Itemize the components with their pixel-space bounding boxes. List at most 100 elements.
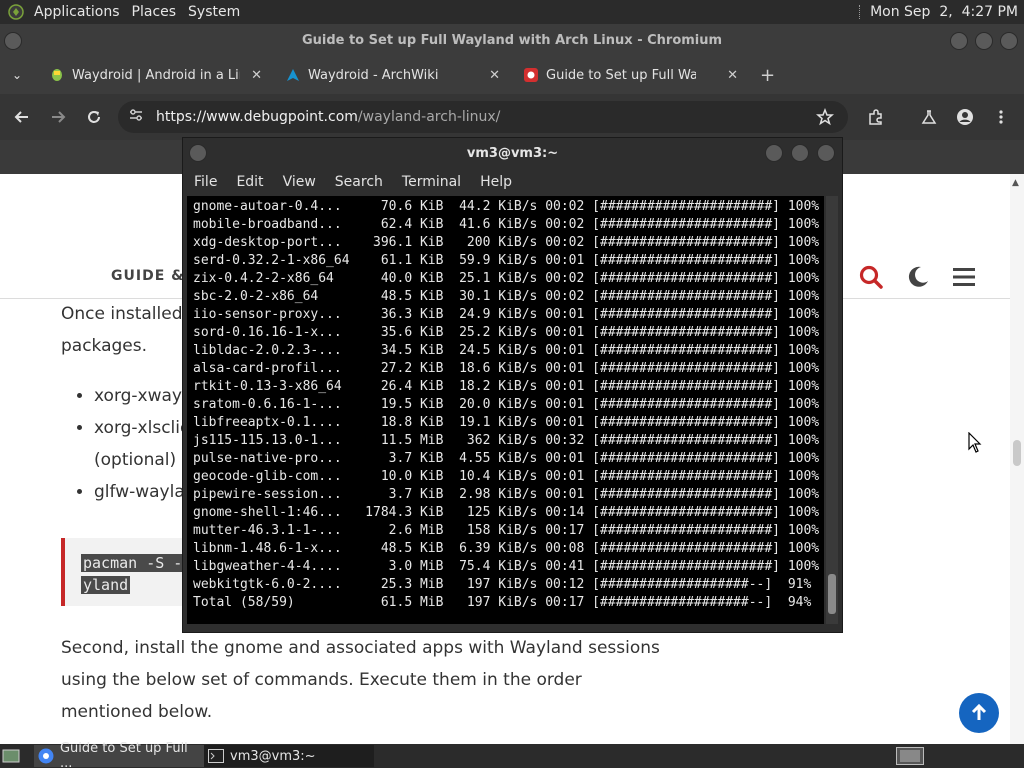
terminal-window[interactable]: vm3@vm3:~ File Edit View Search Terminal… <box>182 137 843 633</box>
terminal-scrollbar[interactable] <box>826 196 838 624</box>
paragraph-line: mentioned below. <box>61 702 213 722</box>
url-host: https://www.debugpoint.com <box>156 109 358 125</box>
workspace-switcher[interactable] <box>896 745 924 767</box>
waydroid-favicon-icon <box>50 68 64 82</box>
terminal-line: iio-sensor-proxy... 36.3 KiB 24.9 KiB/s … <box>193 307 820 322</box>
tab-guide-wayland[interactable]: Guide to Set up Full Wayland with Arch L… <box>524 56 738 94</box>
close-window-icon[interactable] <box>1000 32 1018 50</box>
scroll-thumb[interactable] <box>828 574 836 614</box>
plus-icon: + <box>760 64 776 86</box>
tab-label: Waydroid | Android in a Linux container <box>72 67 240 83</box>
mouse-cursor-icon <box>968 431 982 458</box>
menu-file[interactable]: File <box>194 174 217 190</box>
site-info-icon[interactable] <box>128 107 144 127</box>
minimize-icon[interactable] <box>950 32 968 50</box>
tab-search-button[interactable]: ⌄ <box>12 56 22 94</box>
terminal-line: pulse-native-pro... 3.7 KiB 4.55 KiB/s 0… <box>193 451 820 466</box>
terminal-line: webkitgtk-6.0-2.... 25.3 MiB 197 KiB/s 0… <box>193 577 812 592</box>
terminal-line: gnome-shell-1:46... 1784.3 KiB 125 KiB/s… <box>193 505 820 520</box>
menu-edit[interactable]: Edit <box>236 174 263 190</box>
menu-system[interactable]: System <box>182 4 246 20</box>
chromium-icon <box>38 748 54 764</box>
chevron-down-icon: ⌄ <box>12 68 23 82</box>
clock[interactable]: Mon Sep 2, 4:27 PM <box>870 4 1018 20</box>
taskbar-item-chromium[interactable]: Guide to Set up Full ... <box>34 741 204 771</box>
close-window-icon[interactable] <box>817 144 835 162</box>
article-paragraph-2: Second, install the gnome and associated… <box>61 632 661 728</box>
window-menu-icon[interactable] <box>4 32 22 50</box>
maximize-icon[interactable] <box>791 144 809 162</box>
terminal-line: Total (58/59) 61.5 MiB 197 KiB/s 00:17 [… <box>193 595 812 610</box>
menu-search[interactable]: Search <box>335 174 383 190</box>
top-panel: Applications Places System Mon Sep 2, 4:… <box>0 0 1024 24</box>
menu-applications[interactable]: Applications <box>28 4 126 20</box>
menu-help[interactable]: Help <box>480 174 512 190</box>
terminal-line: pipewire-session... 3.7 KiB 2.98 KiB/s 0… <box>193 487 820 502</box>
terminal-icon <box>208 749 224 763</box>
terminal-line: sbc-2.0-2-x86_64 48.5 KiB 30.1 KiB/s 00:… <box>193 289 820 304</box>
taskbar-label: Guide to Set up Full ... <box>59 741 188 771</box>
terminal-line: alsa-card-profil... 27.2 KiB 18.6 KiB/s … <box>193 361 820 376</box>
terminal-line: libldac-2.0.2.3-... 34.5 KiB 24.5 KiB/s … <box>193 343 820 358</box>
scroll-to-top-button[interactable] <box>959 693 999 733</box>
terminal-line: rtkit-0.13-3-x86_64 26.4 KiB 18.2 KiB/s … <box>193 379 820 394</box>
maximize-icon[interactable] <box>975 32 993 50</box>
menu-view[interactable]: View <box>283 174 316 190</box>
terminal-title: vm3@vm3:~ <box>466 145 559 161</box>
window-title: Guide to Set up Full Wayland with Arch L… <box>301 32 723 48</box>
terminal-titlebar[interactable]: vm3@vm3:~ <box>183 138 842 168</box>
search-icon[interactable] <box>858 264 884 294</box>
scroll-thumb[interactable] <box>1013 440 1021 466</box>
terminal-line: sord-0.16.16-1-x... 35.6 KiB 25.2 KiB/s … <box>193 325 820 340</box>
window-menu-icon[interactable] <box>189 144 207 162</box>
terminal-line: sratom-0.6.16-1-... 19.5 KiB 20.0 KiB/s … <box>193 397 820 412</box>
hamburger-menu-icon[interactable] <box>952 266 976 292</box>
terminal-line: gnome-autoar-0.4... 70.6 KiB 44.2 KiB/s … <box>193 199 820 214</box>
tab-strip: ⌄ Waydroid | Android in a Linux containe… <box>0 56 1024 94</box>
terminal-line: mobile-broadband... 62.4 KiB 41.6 KiB/s … <box>193 217 820 232</box>
close-icon[interactable]: ✕ <box>251 68 262 83</box>
terminal-output[interactable]: gnome-autoar-0.4... 70.6 KiB 44.2 KiB/s … <box>187 196 824 624</box>
arrow-up-icon <box>971 703 987 720</box>
tab-waydroid-archwiki[interactable]: Waydroid - ArchWiki ✕ <box>286 56 500 94</box>
toolbar: https://www.debugpoint.com/wayland-arch-… <box>0 94 1024 140</box>
labs-flask-icon[interactable] <box>920 108 938 126</box>
tab-label: Guide to Set up Full Wayland with Arch L… <box>546 67 696 83</box>
new-tab-button[interactable]: + <box>760 56 775 94</box>
close-icon[interactable]: ✕ <box>489 68 500 83</box>
terminal-line: mutter-46.3.1-1-... 2.6 MiB 158 KiB/s 00… <box>193 523 820 538</box>
debugpoint-favicon-icon <box>524 68 538 82</box>
terminal-line: xdg-desktop-port... 396.1 KiB 200 KiB/s … <box>193 235 820 250</box>
menu-places[interactable]: Places <box>126 4 183 20</box>
distro-logo-icon[interactable] <box>8 4 24 20</box>
profile-avatar-icon[interactable] <box>956 108 974 126</box>
url-path: /wayland-arch-linux/ <box>357 109 501 125</box>
extensions-icon[interactable] <box>867 108 885 126</box>
page-scrollbar[interactable]: ▲ <box>1010 174 1024 744</box>
scroll-up-arrow-icon[interactable]: ▲ <box>1012 178 1019 188</box>
paragraph-line: Second, install the gnome and associated… <box>61 638 660 658</box>
browser-titlebar[interactable]: Guide to Set up Full Wayland with Arch L… <box>0 24 1024 56</box>
forward-button[interactable] <box>49 108 67 126</box>
menu-terminal[interactable]: Terminal <box>402 174 461 190</box>
back-button[interactable] <box>13 108 31 126</box>
close-icon[interactable]: ✕ <box>727 68 738 83</box>
taskbar-item-terminal[interactable]: vm3@vm3:~ <box>204 745 374 767</box>
archwiki-favicon-icon <box>286 68 300 82</box>
terminal-line: geocode-glib-com... 10.0 KiB 10.4 KiB/s … <box>193 469 820 484</box>
tab-label: Waydroid - ArchWiki <box>308 67 439 83</box>
show-desktop-icon[interactable] <box>2 745 20 767</box>
paragraph-line: using the below set of commands. Execute… <box>61 670 582 690</box>
code-line: pacman -S - <box>81 554 185 572</box>
terminal-line: zix-0.4.2-2-x86_64 40.0 KiB 25.1 KiB/s 0… <box>193 271 820 286</box>
dark-mode-moon-icon[interactable] <box>906 265 930 293</box>
minimize-icon[interactable] <box>765 144 783 162</box>
nav-guide[interactable]: GUIDE & <box>111 268 184 284</box>
tab-waydroid-android[interactable]: Waydroid | Android in a Linux container … <box>50 56 262 94</box>
bookmark-star-icon[interactable] <box>816 108 834 126</box>
address-bar[interactable]: https://www.debugpoint.com/wayland-arch-… <box>118 101 848 133</box>
terminal-line: serd-0.32.2-1-x86_64 61.1 KiB 59.9 KiB/s… <box>193 253 820 268</box>
terminal-line: libnm-1.48.6-1-x... 48.5 KiB 6.39 KiB/s … <box>193 541 820 556</box>
kebab-menu-icon[interactable] <box>992 108 1010 126</box>
reload-button[interactable] <box>85 108 103 126</box>
